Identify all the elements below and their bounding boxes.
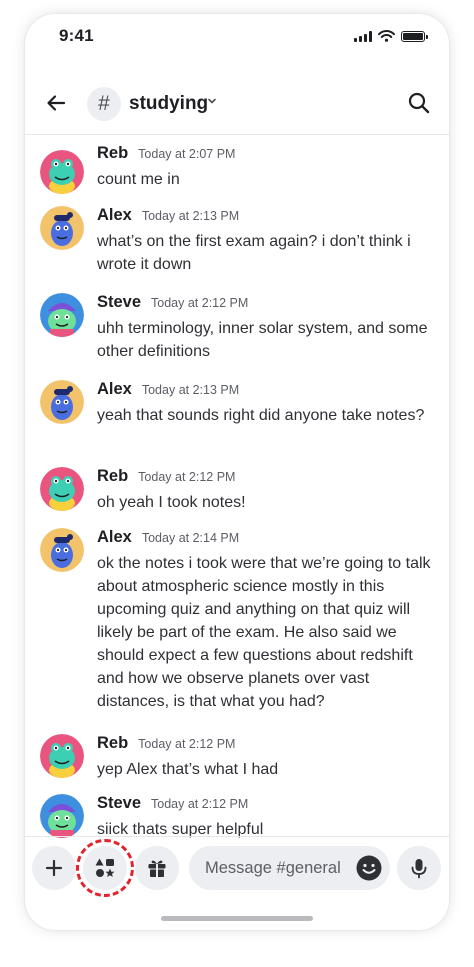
message-header: Steve Today at 2:12 PM	[97, 794, 248, 813]
author-name[interactable]: Reb	[97, 734, 128, 753]
apps-button[interactable]	[83, 846, 127, 890]
timestamp: Today at 2:13 PM	[141, 209, 240, 223]
alex-avatar[interactable]	[40, 528, 84, 572]
signal-icon	[354, 30, 372, 42]
channel-name[interactable]: studying	[129, 93, 208, 115]
message-text: yeah that sounds right did anyone take n…	[97, 407, 425, 424]
add-attachment-button[interactable]	[32, 846, 76, 890]
apps-icon	[95, 858, 115, 877]
hash-icon: #	[87, 87, 121, 121]
timestamp: Today at 2:13 PM	[141, 383, 240, 397]
plus-icon	[45, 859, 63, 877]
phone-frame: 9:41 # studying Reb Today at 2:07 PM cou…	[25, 14, 449, 930]
message-input-bar	[25, 836, 449, 897]
back-button[interactable]	[39, 86, 73, 120]
message-text: oh yeah I took notes!	[97, 494, 246, 511]
message-text: yep Alex that’s what I had	[97, 761, 279, 778]
reb-avatar[interactable]	[40, 467, 84, 511]
gift-button[interactable]	[135, 846, 179, 890]
reb-avatar[interactable]	[40, 150, 84, 194]
message-header: Reb Today at 2:07 PM	[97, 144, 235, 163]
message-header: Steve Today at 2:12 PM	[97, 293, 248, 312]
message-field[interactable]	[189, 846, 390, 890]
author-name[interactable]: Steve	[97, 794, 141, 813]
chevron-down-icon[interactable]	[207, 97, 217, 105]
timestamp: Today at 2:12 PM	[151, 797, 249, 811]
microphone-button[interactable]	[397, 846, 441, 890]
status-bar: 9:41	[25, 14, 449, 58]
status-icons	[354, 30, 428, 42]
author-name[interactable]: Alex	[97, 380, 132, 399]
channel-header: # studying	[25, 69, 449, 135]
steve-avatar[interactable]	[40, 293, 84, 337]
search-button[interactable]	[403, 87, 435, 119]
alex-avatar[interactable]	[40, 206, 84, 250]
author-name[interactable]: Alex	[97, 528, 132, 547]
message-text: count me in	[97, 171, 180, 188]
message-text: uhh terminology, inner solar system, and…	[97, 320, 428, 360]
gift-icon	[148, 860, 166, 877]
message-header: Alex Today at 2:13 PM	[97, 380, 239, 399]
author-name[interactable]: Reb	[97, 467, 128, 486]
author-name[interactable]: Alex	[97, 206, 132, 225]
timestamp: Today at 2:07 PM	[138, 147, 236, 161]
wifi-icon	[378, 30, 395, 42]
timestamp: Today at 2:12 PM	[138, 470, 236, 484]
status-time: 9:41	[59, 26, 94, 45]
timestamp: Today at 2:14 PM	[141, 531, 240, 545]
timestamp: Today at 2:12 PM	[151, 296, 249, 310]
message-header: Reb Today at 2:12 PM	[97, 734, 235, 753]
reb-avatar[interactable]	[40, 734, 84, 778]
message-header: Alex Today at 2:13 PM	[97, 206, 239, 225]
alex-avatar[interactable]	[40, 380, 84, 424]
arrow-left-icon	[47, 95, 66, 111]
message-header: Reb Today at 2:12 PM	[97, 467, 235, 486]
home-indicator[interactable]	[161, 916, 313, 921]
microphone-icon	[411, 859, 427, 879]
search-icon	[408, 92, 430, 114]
message-input[interactable]	[205, 846, 345, 890]
steve-avatar[interactable]	[40, 794, 84, 838]
author-name[interactable]: Reb	[97, 144, 128, 163]
message-header: Alex Today at 2:14 PM	[97, 528, 239, 547]
timestamp: Today at 2:12 PM	[138, 737, 236, 751]
battery-icon	[401, 30, 428, 42]
message-text: what’s on the first exam again? i don’t …	[97, 233, 411, 273]
author-name[interactable]: Steve	[97, 293, 141, 312]
message-text: ok the notes i took were that we’re goin…	[97, 555, 431, 710]
emoji-icon[interactable]	[355, 854, 383, 882]
message-list[interactable]: Reb Today at 2:07 PM count me in Alex To…	[25, 136, 449, 838]
